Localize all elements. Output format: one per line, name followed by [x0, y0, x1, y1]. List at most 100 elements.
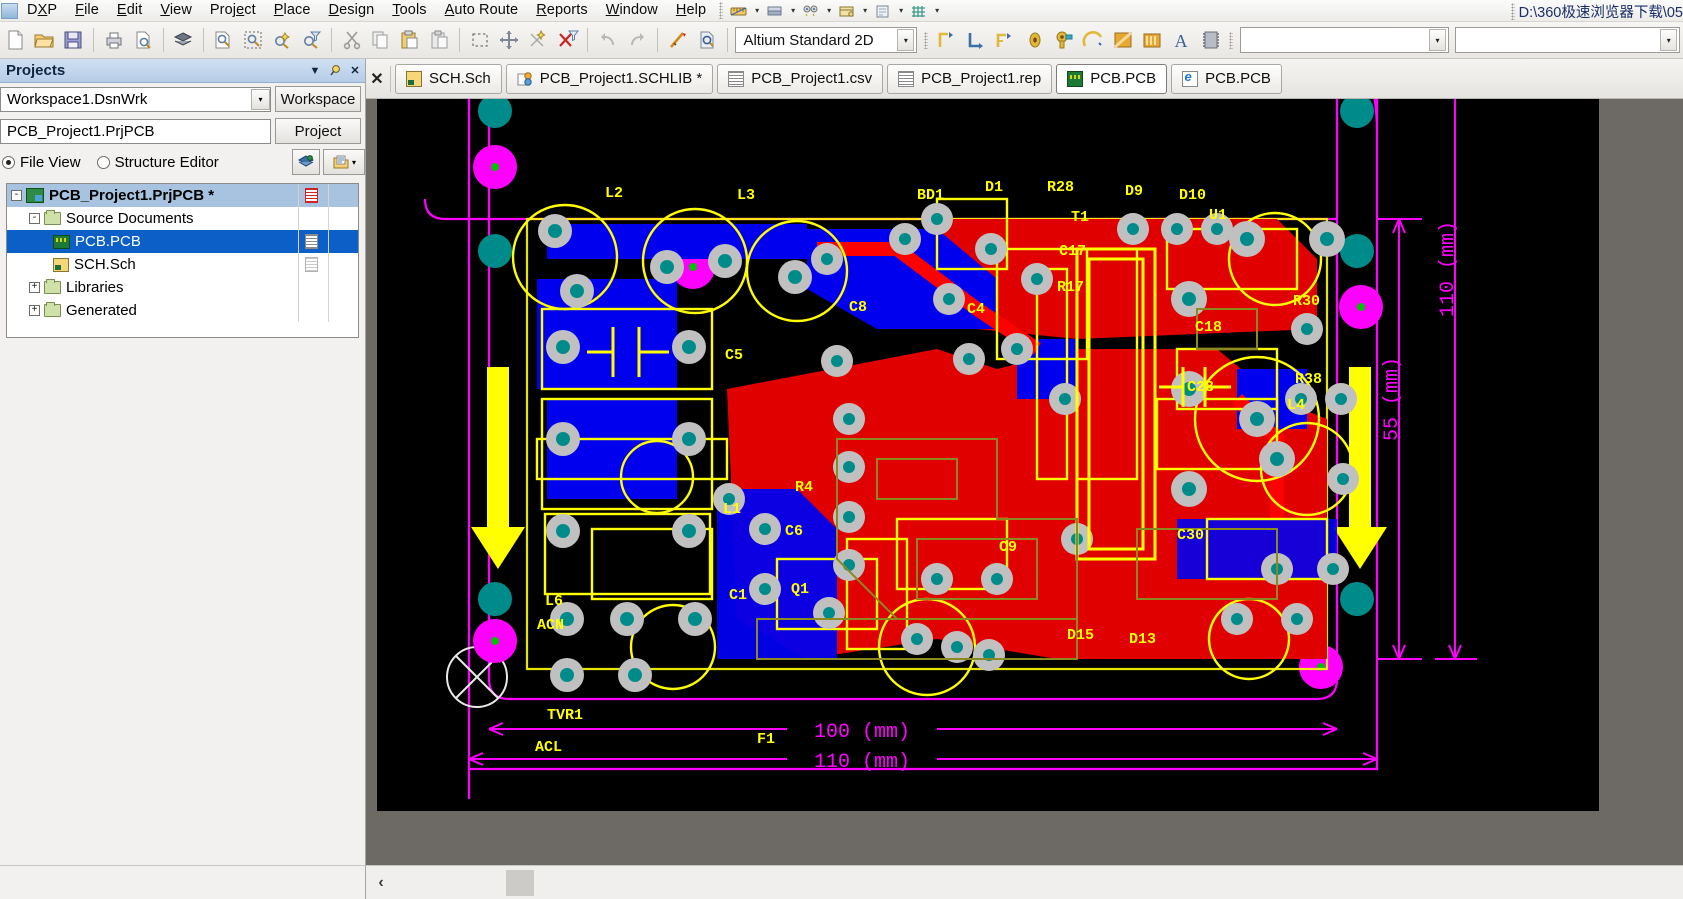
tree-item-sch-sch[interactable]: SCH.Sch: [7, 253, 358, 276]
grid-icon[interactable]: [908, 1, 930, 20]
project-tree[interactable]: - PCB_Project1.PrjPCB * - Source Documen…: [6, 183, 359, 338]
place-fill-icon[interactable]: [1109, 25, 1136, 55]
menu-auto-route[interactable]: Auto Route: [436, 0, 528, 21]
select-area-icon[interactable]: [466, 25, 493, 55]
tab-pcb-project1-rep[interactable]: PCB_Project1.rep: [887, 63, 1053, 94]
layer-select-1[interactable]: ▾: [1239, 27, 1449, 53]
open-folder-icon[interactable]: [30, 25, 57, 55]
menu-file[interactable]: File: [66, 0, 108, 21]
layer-stack-icon[interactable]: [764, 1, 786, 20]
pads-icon[interactable]: [800, 1, 822, 20]
menu-edit[interactable]: Edit: [108, 0, 151, 21]
tree-item-source-documents[interactable]: - Source Documents: [7, 207, 358, 230]
menu-reports[interactable]: Reports: [527, 0, 596, 21]
compile-icon[interactable]: [292, 149, 320, 175]
expander-icon[interactable]: -: [11, 190, 22, 201]
tree-item-generated[interactable]: + Generated: [7, 299, 358, 322]
menu-window[interactable]: Window: [597, 0, 667, 21]
print-icon[interactable]: [100, 25, 127, 55]
clear-filter-icon[interactable]: [554, 25, 581, 55]
open-document-icon[interactable]: ▾: [323, 149, 365, 175]
print-preview-icon[interactable]: [129, 25, 156, 55]
horizontal-scrollbar[interactable]: ‹: [366, 865, 1683, 899]
new-document-icon[interactable]: [1, 25, 28, 55]
toolbar-grip[interactable]: [1229, 31, 1233, 49]
chevron-down-icon[interactable]: ▾: [1428, 29, 1446, 51]
chevron-down-icon[interactable]: ▾: [352, 158, 356, 167]
undo-icon[interactable]: [594, 25, 621, 55]
expander-icon[interactable]: -: [29, 213, 40, 224]
close-document-button[interactable]: ✕: [366, 61, 388, 97]
pcb-canvas-area[interactable]: 55 (mm) 110 (mm) 100 (mm) 110 (mm) L2 L3…: [366, 99, 1683, 865]
place-pad-icon[interactable]: [1021, 25, 1048, 55]
browse-components-icon[interactable]: [693, 25, 720, 55]
place-line-icon[interactable]: [962, 25, 989, 55]
chevron-down-icon[interactable]: ▾: [1660, 29, 1678, 51]
zoom-document-icon[interactable]: [210, 25, 237, 55]
chevron-down-icon[interactable]: ▾: [897, 29, 915, 51]
place-component-icon[interactable]: [1197, 25, 1224, 55]
layer-select-2[interactable]: ▾: [1454, 27, 1681, 53]
workspace-button[interactable]: Workspace: [275, 86, 361, 112]
copy-icon[interactable]: [367, 25, 394, 55]
tree-item-libraries[interactable]: + Libraries: [7, 276, 358, 299]
tree-item-pcb-pcb[interactable]: PCB.PCB: [7, 230, 358, 253]
tree-item-pcb-project1[interactable]: - PCB_Project1.PrjPCB *: [7, 184, 358, 207]
chevron-down-icon[interactable]: ▾: [931, 1, 943, 20]
scroll-left-button[interactable]: ‹: [366, 867, 396, 899]
chevron-down-icon[interactable]: ▾: [823, 1, 835, 20]
zoom-filter-icon[interactable]: [298, 25, 325, 55]
pcb-editor-viewport[interactable]: 55 (mm) 110 (mm) 100 (mm) 110 (mm) L2 L3…: [377, 99, 1599, 811]
structure-editor-label[interactable]: Structure Editor: [115, 154, 219, 171]
paste-icon[interactable]: [397, 25, 424, 55]
menu-design[interactable]: Design: [320, 0, 384, 21]
place-via-icon[interactable]: [1050, 25, 1077, 55]
expander-icon[interactable]: +: [29, 282, 40, 293]
view-configuration-select[interactable]: Altium Standard 2D ▾: [735, 27, 918, 53]
menu-view[interactable]: View: [151, 0, 201, 21]
zoom-area-icon[interactable]: [239, 25, 266, 55]
place-arc-track-icon[interactable]: [992, 25, 1019, 55]
toolbar-grip[interactable]: [924, 31, 928, 49]
place-polygon-icon[interactable]: [1138, 25, 1165, 55]
chevron-down-icon[interactable]: ▾: [751, 1, 763, 20]
paste-special-icon[interactable]: [426, 25, 453, 55]
chevron-down-icon[interactable]: ▼: [305, 61, 325, 81]
place-arc-icon[interactable]: [1080, 25, 1107, 55]
layer-stack-manager-icon[interactable]: [169, 25, 196, 55]
scrollbar-thumb[interactable]: [506, 869, 534, 896]
menu-project[interactable]: Project: [201, 0, 265, 21]
polygon-icon[interactable]: [872, 1, 894, 20]
menu-dxp[interactable]: DXP: [18, 0, 66, 21]
project-button[interactable]: Project: [275, 118, 361, 144]
ruler-icon[interactable]: [728, 1, 750, 20]
save-icon[interactable]: [60, 25, 87, 55]
move-icon[interactable]: [495, 25, 522, 55]
app-system-icon[interactable]: [1, 2, 18, 19]
board-shape-icon[interactable]: [836, 1, 858, 20]
cut-icon[interactable]: [338, 25, 365, 55]
zoom-selected-icon[interactable]: [268, 25, 295, 55]
chevron-down-icon[interactable]: ▾: [895, 1, 907, 20]
radio-file-view[interactable]: [2, 155, 15, 169]
tab-pcb-pcb-browser[interactable]: PCB.PCB: [1171, 63, 1282, 94]
place-string-icon[interactable]: A: [1168, 25, 1195, 55]
cross-probe-icon[interactable]: [664, 25, 691, 55]
expander-icon[interactable]: +: [29, 305, 40, 316]
redo-icon[interactable]: [624, 25, 651, 55]
close-icon[interactable]: ✕: [345, 61, 365, 81]
menu-help[interactable]: Help: [667, 0, 715, 21]
radio-structure-editor[interactable]: [96, 155, 110, 169]
pin-icon[interactable]: [325, 61, 345, 81]
clear-selection-icon[interactable]: [525, 25, 552, 55]
menu-place[interactable]: Place: [265, 0, 320, 21]
tab-sch-sch[interactable]: SCH.Sch: [395, 63, 502, 94]
tab-pcb-project1-csv[interactable]: PCB_Project1.csv: [717, 63, 884, 94]
tab-pcb-project1-schlib[interactable]: PCB_Project1.SCHLIB *: [505, 63, 714, 94]
file-view-label[interactable]: File View: [20, 154, 81, 171]
menu-tools[interactable]: Tools: [383, 0, 435, 21]
tab-pcb-pcb[interactable]: PCB.PCB: [1056, 63, 1168, 94]
place-track-icon[interactable]: [933, 25, 960, 55]
path-grip[interactable]: [1510, 2, 1515, 20]
chevron-down-icon[interactable]: ▾: [251, 88, 270, 110]
